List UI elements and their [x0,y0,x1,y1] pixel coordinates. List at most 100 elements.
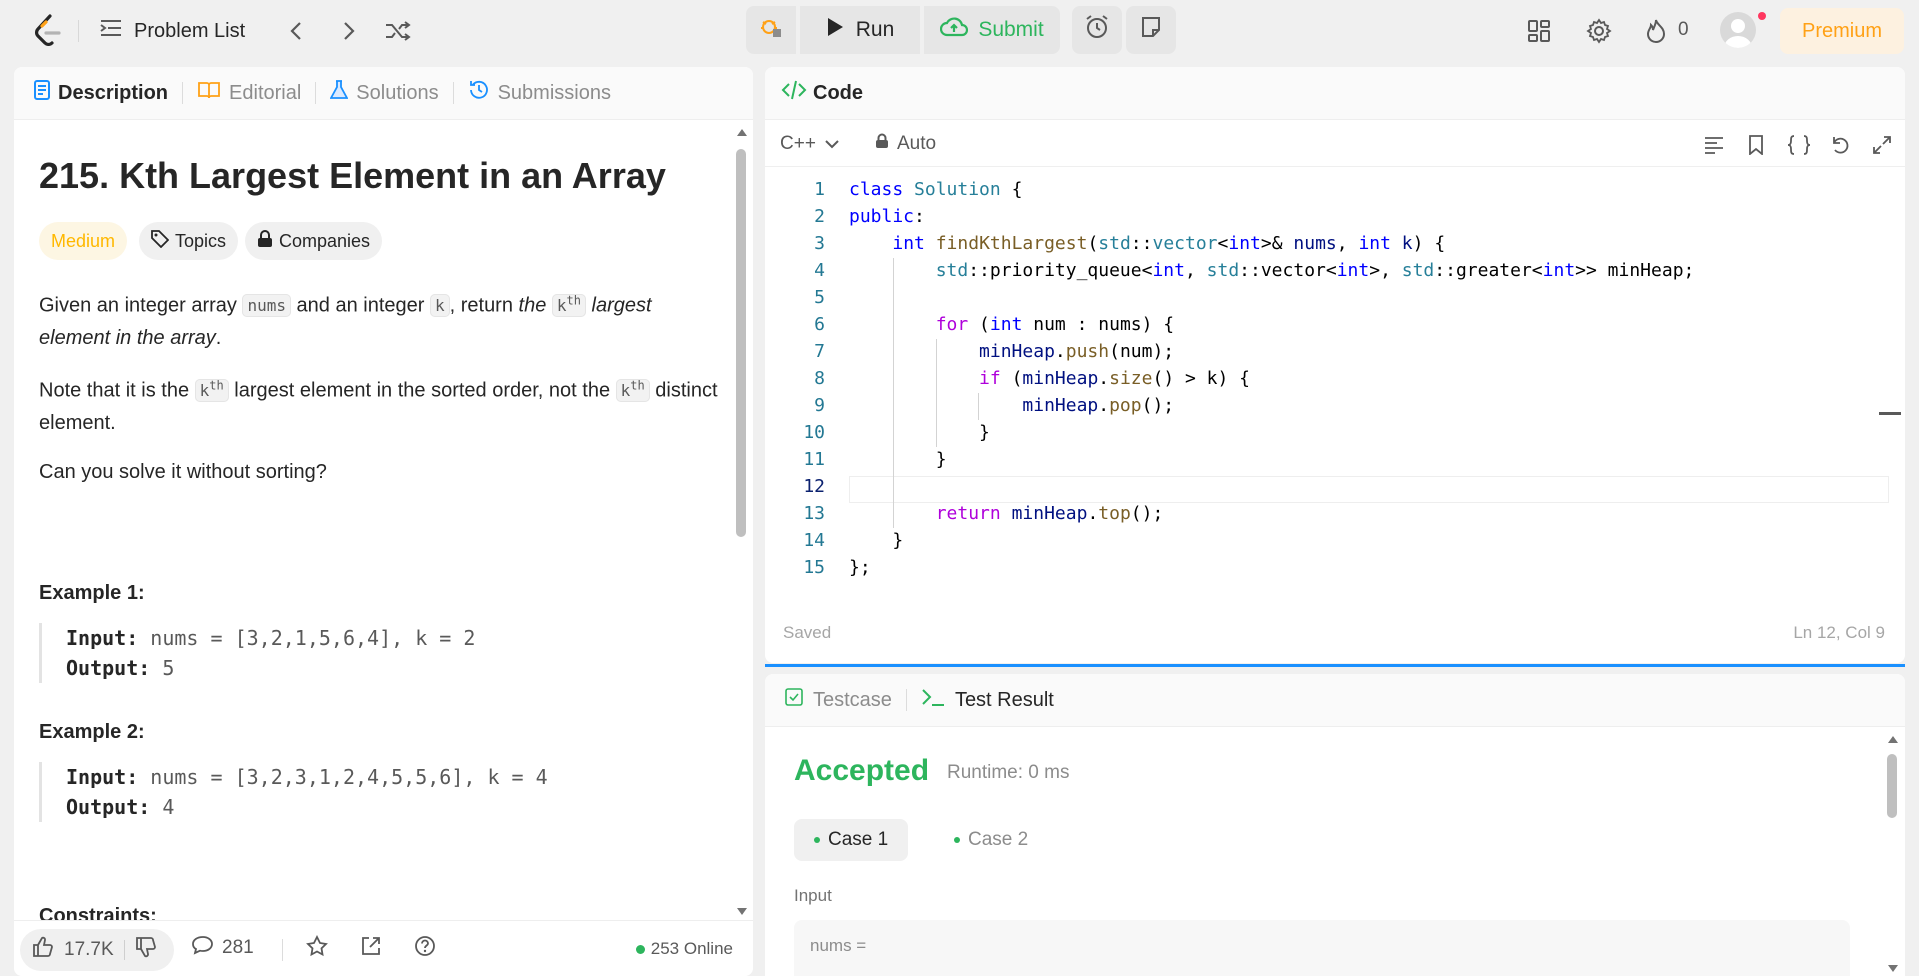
line-number: 11 [803,449,825,470]
document-icon [34,80,50,106]
code-line: 1 class Solution { [765,179,1905,206]
help-icon[interactable] [414,935,436,957]
book-icon [197,81,221,105]
streak-fire-icon[interactable] [1642,17,1670,45]
case-2-tab[interactable]: Case 2 [934,819,1048,861]
scroll-down-arrow-icon[interactable] [1887,964,1899,974]
prev-problem-icon[interactable] [283,18,309,44]
companies-button[interactable]: Companies [245,222,383,260]
code-line: 6 for (int num : nums) { [765,314,1905,341]
share-icon[interactable] [360,935,382,957]
code-header: Code [765,67,1905,120]
result-scrollbar[interactable] [1885,734,1899,974]
code-line: 9 minHeap.pop(); [765,395,1905,422]
code-line: 7 minHeap.push(num); [765,341,1905,368]
tab-test-result[interactable]: Test Result [921,688,1054,712]
user-avatar[interactable] [1720,12,1756,48]
language-select[interactable]: C++ [780,133,840,155]
code-text: }; [849,557,871,578]
code-header-label: Code [813,81,863,104]
line-number: 5 [814,287,825,308]
line-number: 1 [814,179,825,200]
superscript-th: th [630,379,645,393]
code-editor[interactable]: 1 class Solution { 2 public: 3 int findKth… [765,177,1905,657]
premium-button[interactable]: Premium [1780,8,1904,54]
scroll-down-arrow-icon[interactable] [736,907,748,917]
minimap-cursor-marker [1879,412,1901,415]
next-problem-icon[interactable] [336,18,362,44]
line-number: 9 [814,395,825,416]
favorite-star-icon[interactable] [306,935,328,957]
superscript-th: th [209,379,224,393]
checkbox-icon [785,688,803,712]
note-icon [1139,15,1163,45]
code-line: 11 } [765,449,1905,476]
description-tabs: Description Editorial Solutions Submissi… [14,67,753,120]
code-line: 10 } [765,422,1905,449]
code-line: 12 [765,476,1905,503]
comments-button[interactable]: 281 [192,935,254,961]
tab-divider [905,689,907,711]
curly-braces-icon[interactable] [1786,134,1812,156]
problem-title: 215. Kth Largest Element in an Array [39,155,666,196]
run-button[interactable]: Run [800,6,920,54]
play-icon [826,17,844,43]
topics-button[interactable]: Topics [139,222,239,260]
example-2-input: Input: nums = [3,2,3,1,2,4,5,5,6], k = 4 [66,762,709,792]
output-label: Output: [66,795,151,819]
topics-label: Topics [175,230,227,251]
case-1-tab[interactable]: Case 1 [794,819,909,861]
panel-resize-handle[interactable] [765,664,1905,667]
input-value: nums = [3,2,1,5,6,4], k = 2 [138,626,476,650]
likes-divider [123,940,125,960]
alarm-clock-icon [1084,14,1110,46]
timer-button[interactable] [1072,6,1122,54]
scroll-up-arrow-icon[interactable] [736,127,748,137]
like-count: 17.7K [64,939,114,960]
example-2-output: Output: 4 [66,792,709,822]
notes-button[interactable] [1126,6,1176,54]
inline-code-k: k [199,381,210,401]
like-dislike-group: 17.7K [20,929,174,971]
top-bar: Problem List Run Submit 0 Premium [0,0,1919,62]
text-span: , return [449,294,519,317]
line-number: 14 [803,530,825,551]
online-count: 253 Online [635,939,733,959]
text-span: and an integer [290,294,430,317]
difficulty-badge[interactable]: Medium [39,222,128,260]
tab-description[interactable]: Description [34,80,168,106]
code-text: class Solution { [849,179,1023,200]
scroll-thumb[interactable] [736,149,746,537]
tab-editorial[interactable]: Editorial [197,81,301,105]
tab-testcase[interactable]: Testcase [785,688,892,712]
code-line: 3 int findKthLargest(std::vector<int>& n… [765,233,1905,260]
code-text: minHeap.push(num); [979,341,1175,362]
format-align-icon[interactable] [1703,134,1725,156]
test-result-panel: Testcase Test Result Accepted Runtime: 0… [765,674,1905,976]
problem-list-button[interactable]: Problem List [100,18,245,44]
text-span: . [215,327,222,350]
tab-submissions[interactable]: Submissions [468,79,611,107]
description-scrollbar[interactable] [734,127,748,917]
notification-dot [1758,12,1766,20]
bookmark-icon[interactable] [1745,134,1767,156]
input-value: nums = [3,2,3,1,2,4,5,5,6], k = 4 [138,765,548,789]
topbar-divider [78,20,79,42]
auto-mode-toggle[interactable]: Auto [875,133,936,155]
line-number: 12 [803,476,825,497]
debug-button[interactable] [746,6,796,54]
shuffle-icon[interactable] [383,18,413,44]
settings-gear-icon[interactable] [1585,17,1613,45]
scroll-up-arrow-icon[interactable] [1887,734,1899,744]
thumbs-up-icon[interactable] [32,936,54,964]
layout-icon[interactable] [1525,17,1553,45]
tab-solutions[interactable]: Solutions [329,80,439,106]
description-paragraph-1: Given an integer array nums and an integ… [39,285,719,354]
output-value: 4 [150,795,175,819]
scroll-thumb[interactable] [1887,754,1897,818]
reset-undo-icon[interactable] [1829,134,1851,156]
fullscreen-icon[interactable] [1871,134,1893,156]
leetcode-logo-icon[interactable] [33,14,63,46]
thumbs-down-icon[interactable] [135,936,157,964]
submit-button[interactable]: Submit [924,6,1060,54]
